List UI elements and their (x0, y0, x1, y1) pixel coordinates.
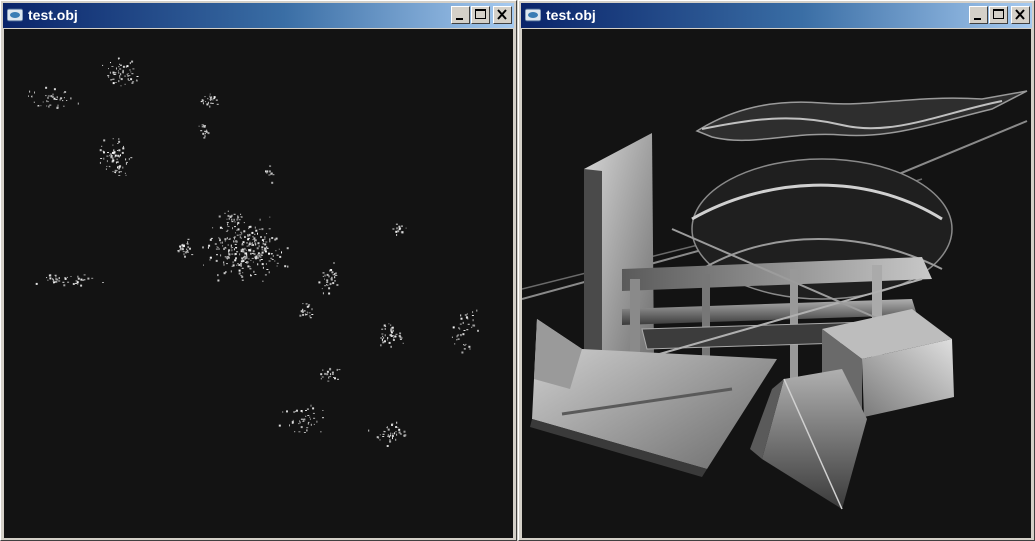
window-left: test.obj (0, 0, 517, 541)
window-title: test.obj (28, 7, 78, 23)
point-cloud-render (28, 57, 479, 447)
close-icon (497, 9, 507, 20)
minimize-icon (456, 18, 463, 20)
app-window-icon (524, 8, 542, 22)
shaded-solid-render (522, 90, 1028, 510)
close-icon (1015, 9, 1025, 20)
viewport-point-cloud[interactable] (4, 29, 513, 538)
viewport-shaded[interactable] (522, 29, 1031, 538)
title-bar[interactable]: test.obj (3, 3, 514, 28)
window-right: test.obj (518, 0, 1035, 541)
maximize-button[interactable] (471, 6, 490, 24)
close-button[interactable] (493, 6, 512, 24)
close-button[interactable] (1011, 6, 1030, 24)
app-window-icon (6, 8, 24, 22)
title-bar[interactable]: test.obj (521, 3, 1032, 28)
minimize-button[interactable] (969, 6, 988, 24)
window-title: test.obj (546, 7, 596, 23)
minimize-icon (974, 18, 981, 20)
maximize-icon (475, 9, 486, 19)
maximize-icon (993, 9, 1004, 19)
minimize-button[interactable] (451, 6, 470, 24)
maximize-button[interactable] (989, 6, 1008, 24)
